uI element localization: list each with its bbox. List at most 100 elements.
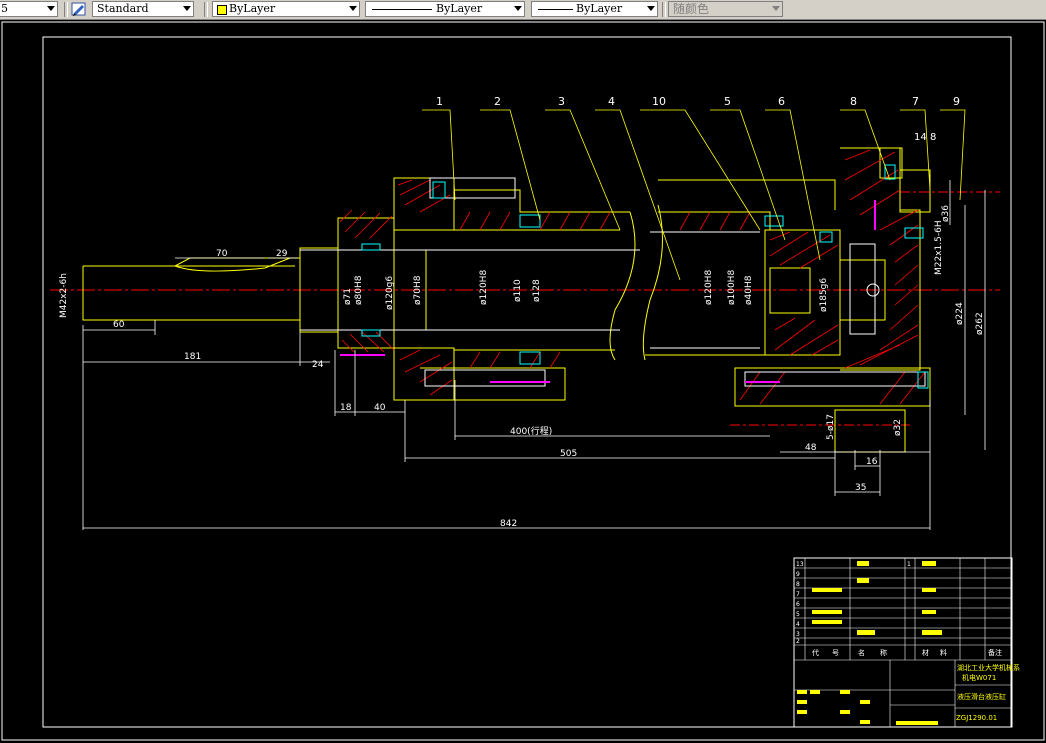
parts-list-fills	[797, 561, 942, 725]
screw	[432, 181, 446, 199]
svg-text:6: 6	[796, 601, 800, 608]
drawing-number: ZGJ1290.01	[956, 714, 997, 722]
tie-rod-bottom	[424, 369, 546, 387]
lineweight-preview-icon	[538, 9, 573, 10]
svg-text:名: 名	[858, 648, 865, 657]
barrel-hatch-bottom	[469, 351, 561, 369]
oil-port	[899, 169, 931, 213]
dim-text: 181	[184, 352, 201, 362]
dim-text: 18	[340, 403, 352, 413]
chevron-down-icon[interactable]	[183, 6, 191, 11]
leader-label: 2	[494, 95, 501, 108]
dim-text: 842	[500, 519, 517, 529]
toolbar-separator	[662, 2, 666, 17]
svg-text:4: 4	[796, 621, 800, 628]
title-text: 湖北工业大学机械系 机电W071 液压滑台液压缸 ZGJ1290.01	[956, 663, 1020, 722]
dim-text: ø70H8	[413, 275, 423, 305]
svg-text:备注: 备注	[988, 648, 1002, 657]
text-style-value: Standard	[97, 2, 149, 15]
dim-text: 60	[113, 320, 125, 330]
class-name: 机电W071	[962, 673, 996, 682]
leader-label: 14	[914, 132, 927, 143]
dim-text: ø128	[532, 279, 542, 302]
chevron-down-icon[interactable]	[772, 6, 780, 11]
barrel-top-right	[658, 211, 771, 230]
dim-text: 70	[216, 249, 228, 259]
section-hatching	[339, 149, 926, 405]
break-line-left	[609, 211, 636, 361]
leader-8	[840, 109, 891, 181]
seal	[361, 243, 381, 251]
svg-text:2: 2	[796, 638, 800, 645]
dim-text: 35	[855, 483, 866, 493]
color-swatch-icon	[217, 5, 227, 15]
seal	[764, 215, 784, 227]
leader-6	[765, 109, 821, 261]
leader-2	[480, 109, 541, 221]
toolbar-separator	[204, 2, 208, 17]
chevron-down-icon[interactable]	[514, 6, 522, 11]
tie-rod-bottom-right	[744, 371, 926, 387]
lineweight-combo[interactable]: ByLayer	[531, 1, 658, 17]
dim-text: 505	[560, 449, 577, 459]
linetype-combo[interactable]: ByLayer	[365, 1, 525, 17]
dim-text: ø40H8	[744, 275, 754, 305]
linetype-preview-icon	[372, 9, 432, 10]
dim-text: ø120H8	[704, 270, 714, 305]
text-style-icon[interactable]	[71, 1, 87, 17]
leader-label: 1	[436, 95, 443, 108]
parts-list-header: 代 号 名 称 材 料 备注	[812, 648, 1002, 657]
leader-label: 5	[724, 95, 731, 108]
text-style-combo[interactable]: Standard	[92, 1, 194, 17]
linetype-value: ByLayer	[436, 2, 483, 15]
svg-text:材: 材	[922, 648, 929, 657]
chevron-down-icon[interactable]	[47, 6, 55, 11]
leader-label: 3	[558, 95, 565, 108]
svg-text:13: 13	[796, 561, 804, 568]
vertical-dim-texts: M42x2-6h ø71 ø80H8 ø120g6 ø70H8 ø120H8 ø…	[59, 205, 985, 440]
seal	[519, 351, 541, 365]
dimension-texts: 70 29 60 181 24 18 40 400(行程) 505 48 16 …	[113, 249, 878, 529]
toolbar-separator	[64, 2, 68, 17]
front-flange-bottom	[393, 347, 455, 401]
dim-text: 16	[866, 457, 878, 467]
svg-text:5: 5	[796, 611, 800, 618]
drawing-canvas[interactable]: 1 2 3 4 10 5 6 8 7 9 14 8 70 29 60 181 2…	[0, 20, 1046, 743]
leader-label: 7	[912, 95, 919, 108]
company-name: 湖北工业大学机械系	[957, 663, 1020, 672]
tie-rod-top	[429, 177, 516, 199]
leader-7	[900, 109, 931, 191]
leader-1	[422, 109, 456, 201]
plot-style-combo[interactable]: 随颜色	[668, 1, 783, 17]
bolt-head	[879, 147, 903, 179]
layer-value: 5	[1, 2, 8, 15]
seal	[519, 214, 541, 228]
leader-9	[940, 109, 966, 201]
color-combo[interactable]: ByLayer	[212, 1, 360, 17]
title-block-frame	[793, 557, 1013, 728]
dim-text: ø80H8	[354, 275, 364, 305]
dim-text: ø71	[343, 288, 353, 305]
leader-lines	[422, 109, 966, 281]
title-block: 13 9 8 7 6 5 4 3 2 1 代 号 名 称 材 料 备注 湖北工业…	[793, 557, 1020, 728]
dim-text: ø32	[893, 419, 903, 436]
leader-numbers: 1 2 3 4 10 5 6 8 7 9 14 8	[436, 95, 960, 143]
rod-break	[174, 257, 291, 272]
dim-text: M42x2-6h	[59, 273, 69, 318]
layer-combo[interactable]: 5	[0, 1, 58, 17]
svg-text:料: 料	[940, 648, 947, 657]
svg-text:7: 7	[796, 591, 800, 598]
chevron-down-icon[interactable]	[647, 6, 655, 11]
dim-text: ø262	[975, 312, 985, 335]
leader-label: 8	[930, 132, 936, 143]
dim-text: M22x1.5-6H	[934, 220, 944, 275]
break-line-right	[642, 204, 663, 361]
dim-text: ø120H8	[479, 270, 489, 305]
leader-label: 10	[652, 95, 666, 108]
dimension-lines	[82, 180, 986, 530]
chevron-down-icon[interactable]	[349, 6, 357, 11]
part-name: 液压滑台液压缸	[957, 692, 1006, 701]
lineweight-value: ByLayer	[576, 2, 623, 15]
leader-label: 6	[778, 95, 785, 108]
leader-label: 9	[953, 95, 960, 108]
